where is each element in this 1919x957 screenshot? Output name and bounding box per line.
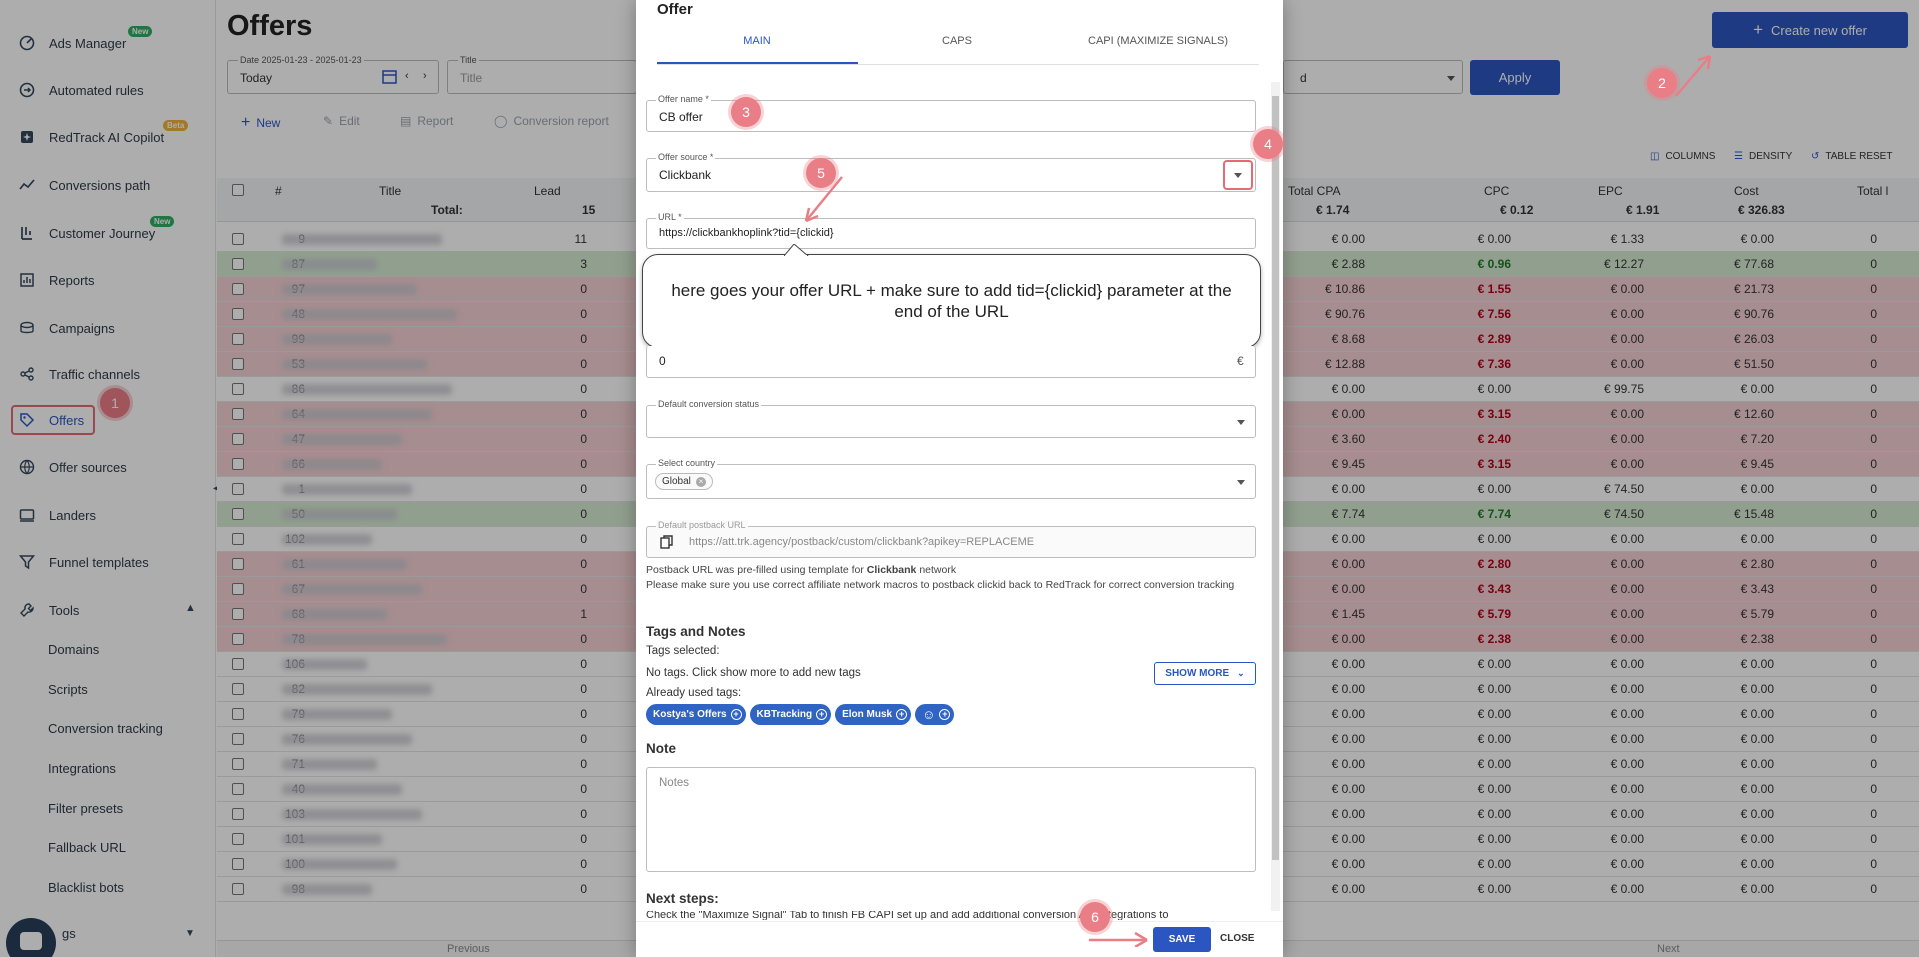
tags-selected-label: Tags selected: bbox=[646, 645, 720, 657]
country-select[interactable]: Select country Global × bbox=[646, 458, 1256, 499]
postback-url-label: Default postback URL bbox=[656, 520, 748, 530]
tab-main[interactable]: MAIN bbox=[657, 35, 857, 47]
tags-heading: Tags and Notes bbox=[646, 624, 746, 639]
conversion-status-select[interactable]: Default conversion status bbox=[646, 399, 1256, 438]
add-tag-icon: + bbox=[730, 709, 742, 720]
postback-note-2: Please make sure you use correct affilia… bbox=[646, 579, 1235, 591]
url-callout: here goes your offer URL + make sure to … bbox=[642, 254, 1261, 348]
tag-label: Kostya's Offers bbox=[653, 709, 727, 720]
chevron-down-icon[interactable] bbox=[1234, 173, 1242, 178]
used-tags-list: Kostya's Offers + KBTracking + Elon Musk + … bbox=[646, 704, 958, 725]
smiley-icon: ☺ bbox=[922, 707, 936, 722]
postback-note-prefix: Postback URL was pre-filled using templa… bbox=[646, 564, 867, 576]
note-heading: Note bbox=[646, 741, 676, 756]
active-tab-indicator bbox=[657, 62, 858, 64]
payout-field[interactable]: 0 € bbox=[646, 346, 1256, 378]
show-more-button[interactable]: SHOW MORE ⌄ bbox=[1154, 662, 1256, 685]
callout-pointer bbox=[784, 244, 809, 256]
offer-name-label: Offer name * bbox=[656, 94, 711, 104]
tab-caps[interactable]: CAPS bbox=[857, 35, 1057, 47]
postback-note-network: Clickbank bbox=[866, 564, 917, 576]
postback-url-value: https://att.trk.agency/postback/custom/c… bbox=[689, 536, 1035, 548]
url-field[interactable]: URL * https://clickbankhoplink?tid={clic… bbox=[646, 212, 1256, 249]
notes-textarea[interactable]: Notes bbox=[646, 767, 1256, 872]
country-label: Select country bbox=[656, 458, 718, 468]
offer-source-value: Clickbank bbox=[659, 168, 712, 182]
url-label: URL * bbox=[656, 212, 684, 222]
already-used-label: Already used tags: bbox=[646, 687, 742, 699]
step-marker-3: 3 bbox=[731, 97, 761, 127]
add-tag-icon: + bbox=[896, 709, 908, 720]
step-marker-6: 6 bbox=[1080, 902, 1110, 932]
tag-chip[interactable]: Kostya's Offers + bbox=[646, 704, 746, 725]
country-chip-label: Global bbox=[662, 476, 691, 487]
payout-value: 0 bbox=[659, 354, 666, 368]
close-button[interactable]: CLOSE bbox=[1220, 933, 1254, 944]
offer-source-label: Offer source * bbox=[656, 152, 716, 162]
chevron-down-icon: ⌄ bbox=[1237, 668, 1245, 678]
show-more-label: SHOW MORE bbox=[1165, 668, 1230, 679]
tag-label: KBTracking bbox=[756, 709, 813, 720]
currency-symbol: € bbox=[1237, 354, 1244, 368]
no-tags-text: No tags. Click show more to add new tags bbox=[646, 667, 861, 679]
offer-modal: Offer MAIN CAPS CAPI (MAXIMIZE SIGNALS) … bbox=[636, 0, 1283, 957]
postback-note-suffix: network bbox=[916, 564, 957, 576]
postback-note: Postback URL was pre-filled using templa… bbox=[646, 563, 1251, 593]
save-button[interactable]: SAVE bbox=[1153, 927, 1211, 952]
modal-scrollbar[interactable] bbox=[1271, 82, 1280, 911]
country-chip[interactable]: Global × bbox=[655, 473, 713, 490]
modal-tabs: MAIN CAPS CAPI (MAXIMIZE SIGNALS) bbox=[657, 28, 1259, 65]
add-tag-icon: + bbox=[939, 709, 951, 720]
remove-chip-icon[interactable]: × bbox=[695, 476, 706, 487]
copy-icon[interactable] bbox=[660, 535, 674, 552]
tab-capi[interactable]: CAPI (MAXIMIZE SIGNALS) bbox=[1057, 35, 1259, 47]
arrow-to-create-button bbox=[1675, 54, 1712, 97]
tag-chip[interactable]: ☺ + bbox=[915, 704, 955, 725]
postback-url-field[interactable]: Default postback URL https://att.trk.age… bbox=[646, 520, 1256, 558]
tag-chip[interactable]: Elon Musk + bbox=[835, 704, 912, 725]
url-value: https://clickbankhoplink?tid={clickid} bbox=[659, 227, 834, 239]
tag-label: Elon Musk bbox=[842, 709, 893, 720]
offer-source-select[interactable]: Offer source * Clickbank bbox=[646, 152, 1256, 192]
modal-footer: SAVE CLOSE bbox=[636, 921, 1283, 957]
arrow-to-url bbox=[804, 176, 843, 223]
chevron-down-icon bbox=[1237, 480, 1245, 485]
conversion-status-label: Default conversion status bbox=[656, 399, 762, 409]
offer-name-value: CB offer bbox=[659, 110, 703, 124]
next-steps-heading: Next steps: bbox=[646, 891, 719, 906]
notes-placeholder: Notes bbox=[659, 777, 690, 789]
next-steps-text: Check the "Maximize Signal" Tab to finis… bbox=[646, 911, 1169, 920]
modal-title: Offer bbox=[657, 1, 693, 18]
scrollbar-thumb[interactable] bbox=[1272, 96, 1279, 860]
chevron-down-icon bbox=[1237, 420, 1245, 425]
add-tag-icon: + bbox=[816, 709, 828, 720]
tag-chip[interactable]: KBTracking + bbox=[749, 704, 832, 725]
step-marker-4: 4 bbox=[1253, 129, 1283, 159]
